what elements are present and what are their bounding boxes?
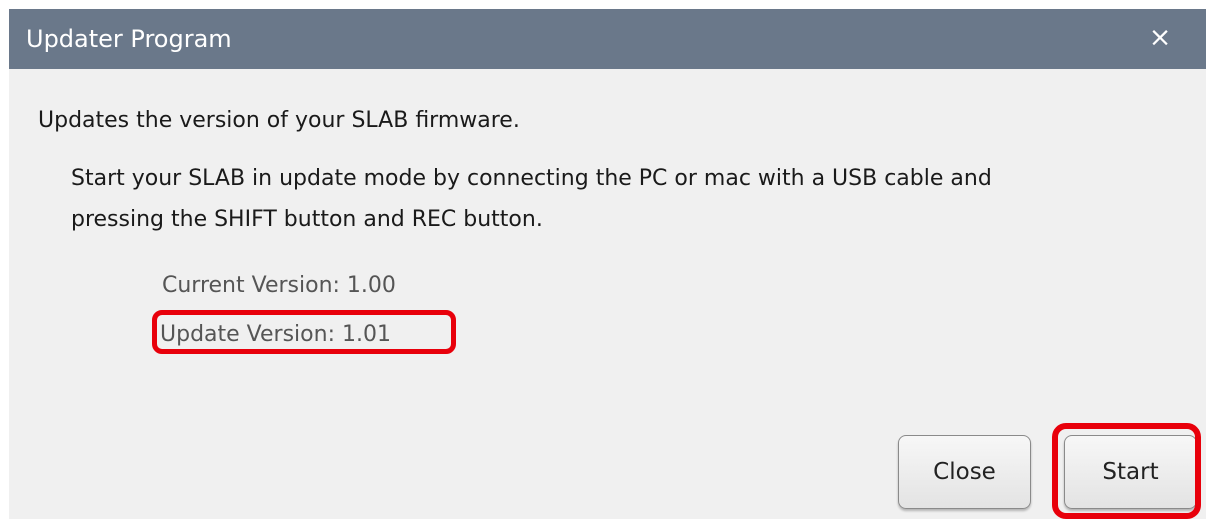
current-version-label: Current Version: 1.00 [162, 273, 396, 298]
updater-dialog: Updater Program × Updates the version of… [9, 9, 1206, 519]
description-text: Updates the version of your SLAB firmwar… [38, 108, 520, 133]
update-version-highlight [152, 310, 456, 354]
window-title: Updater Program [26, 25, 232, 53]
close-button[interactable]: Close [898, 435, 1031, 509]
instruction-text-line1: Start your SLAB in update mode by connec… [71, 166, 992, 191]
instruction-text-line2: pressing the SHIFT button and REC button… [71, 207, 543, 232]
start-button-highlight [1052, 423, 1201, 519]
close-icon[interactable]: × [1144, 22, 1176, 54]
title-bar: Updater Program × [9, 9, 1206, 69]
